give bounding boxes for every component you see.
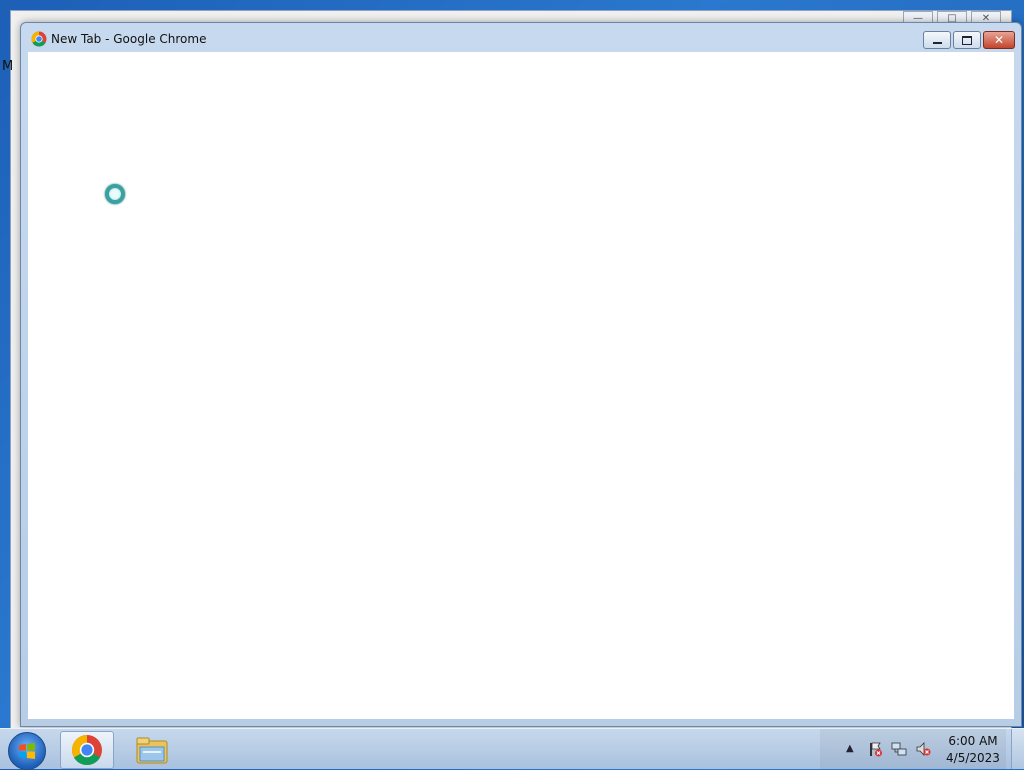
chrome-logo-icon	[31, 31, 47, 47]
chrome-icon	[71, 735, 102, 766]
minimize-button[interactable]	[923, 31, 951, 49]
close-icon: ✕	[993, 33, 1005, 47]
background-window-text: M	[2, 59, 14, 74]
taskbar-chrome-button[interactable]	[60, 731, 114, 769]
system-clock[interactable]: 6:00 AM 4/5/2023	[940, 733, 1006, 767]
loading-cursor-icon	[105, 184, 125, 204]
clock-date: 4/5/2023	[946, 751, 1000, 765]
action-center-icon[interactable]	[867, 741, 883, 757]
show-hidden-icons-button[interactable]: ▲	[846, 743, 854, 754]
show-desktop-button[interactable]	[1011, 729, 1024, 769]
window-controls: ✕	[923, 31, 1015, 49]
taskbar: ▲ 6:00 AM 4/5/2023	[0, 728, 1024, 770]
taskbar-file-explorer-button[interactable]	[126, 731, 178, 767]
volume-muted-icon[interactable]	[915, 741, 931, 757]
title-bar[interactable]: New Tab - Google Chrome ✕	[21, 23, 1021, 53]
windows-logo-icon	[19, 743, 35, 759]
file-explorer-icon	[136, 737, 168, 764]
page-content[interactable]	[28, 52, 1014, 719]
network-icon[interactable]	[891, 741, 907, 757]
close-button[interactable]: ✕	[983, 31, 1015, 49]
minimize-icon	[932, 41, 942, 44]
maximize-icon	[962, 35, 972, 45]
chrome-window: New Tab - Google Chrome ✕	[20, 22, 1022, 727]
start-button[interactable]	[8, 732, 46, 770]
clock-time: 6:00 AM	[948, 734, 998, 748]
window-title: New Tab - Google Chrome	[51, 32, 207, 46]
maximize-button[interactable]	[953, 31, 981, 49]
